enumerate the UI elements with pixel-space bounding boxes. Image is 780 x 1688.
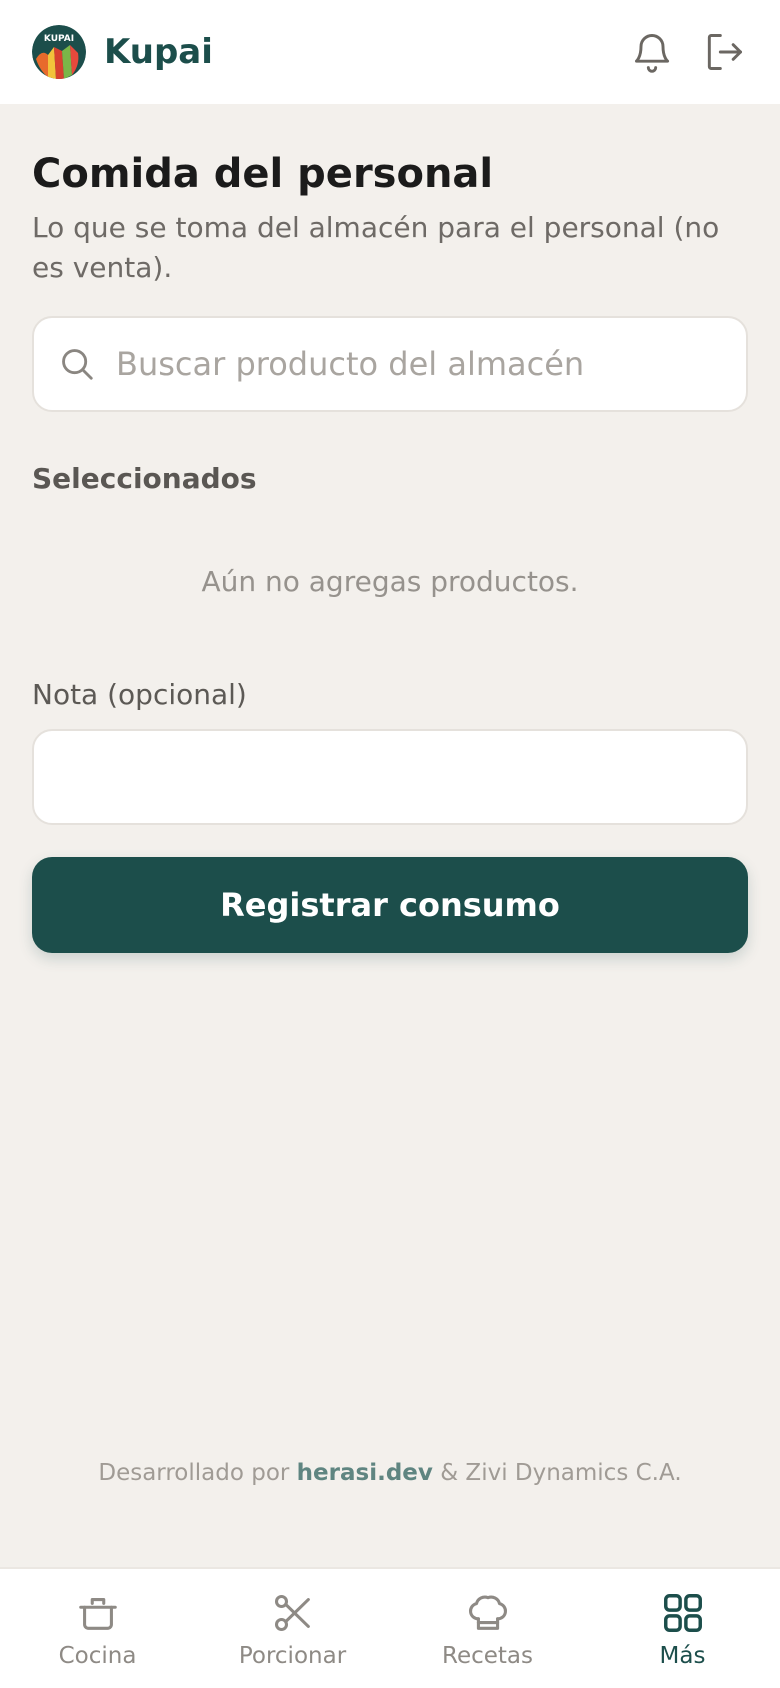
page-subtitle: Lo que se toma del almacén para el perso… — [32, 211, 720, 284]
nav-label-cocina: Cocina — [58, 1643, 137, 1669]
logout-button[interactable] — [700, 28, 748, 76]
nav-item-recetas[interactable]: Recetas — [390, 1569, 585, 1688]
empty-selection-message: Aún no agregas productos. — [201, 565, 579, 598]
grid-icon — [659, 1589, 707, 1637]
footer-prefix: Desarrollado por — [98, 1460, 290, 1486]
brand-name: Kupai — [104, 32, 213, 72]
note-label: Nota (opcional) — [32, 678, 247, 711]
register-consumption-button[interactable]: Registrar consumo — [32, 857, 748, 953]
search-input[interactable] — [116, 345, 716, 383]
svg-text:KUPAI: KUPAI — [44, 34, 74, 44]
nav-item-cocina[interactable]: Cocina — [0, 1569, 195, 1688]
footer-credit: Desarrollado por herasi.dev & Zivi Dynam… — [0, 1460, 780, 1486]
top-bar: KUPAI Kupai — [0, 0, 780, 104]
nav-item-porcionar[interactable]: Porcionar — [195, 1569, 390, 1688]
notifications-button[interactable] — [628, 28, 676, 76]
logout-icon — [707, 34, 742, 70]
scissors-icon — [269, 1589, 317, 1637]
developer-link[interactable]: herasi.dev — [297, 1460, 433, 1486]
nav-label-porcionar: Porcionar — [238, 1643, 347, 1669]
chef-hat-icon — [464, 1589, 512, 1637]
page-title: Comida del personal — [32, 151, 494, 197]
brand-logo[interactable]: KUPAI — [32, 25, 86, 79]
main-content: Comida del personal Lo que se toma del a… — [32, 104, 748, 953]
search-bar[interactable] — [32, 316, 748, 412]
pot-icon — [74, 1589, 122, 1637]
nav-label-mas: Más — [659, 1643, 706, 1669]
app-root: KUPAI Kupai Comida del personal Lo que s… — [0, 0, 780, 1688]
footer-suffix: & Zivi Dynamics C.A. — [440, 1460, 682, 1486]
search-icon — [62, 349, 93, 380]
note-input[interactable] — [32, 729, 748, 825]
nav-label-recetas: Recetas — [442, 1643, 533, 1669]
nav-item-mas[interactable]: Más — [585, 1569, 780, 1688]
selected-section-label: Seleccionados — [32, 462, 257, 495]
bell-icon — [634, 34, 670, 73]
bottom-navigation: Cocina Porcionar Recetas Más — [0, 1567, 780, 1688]
